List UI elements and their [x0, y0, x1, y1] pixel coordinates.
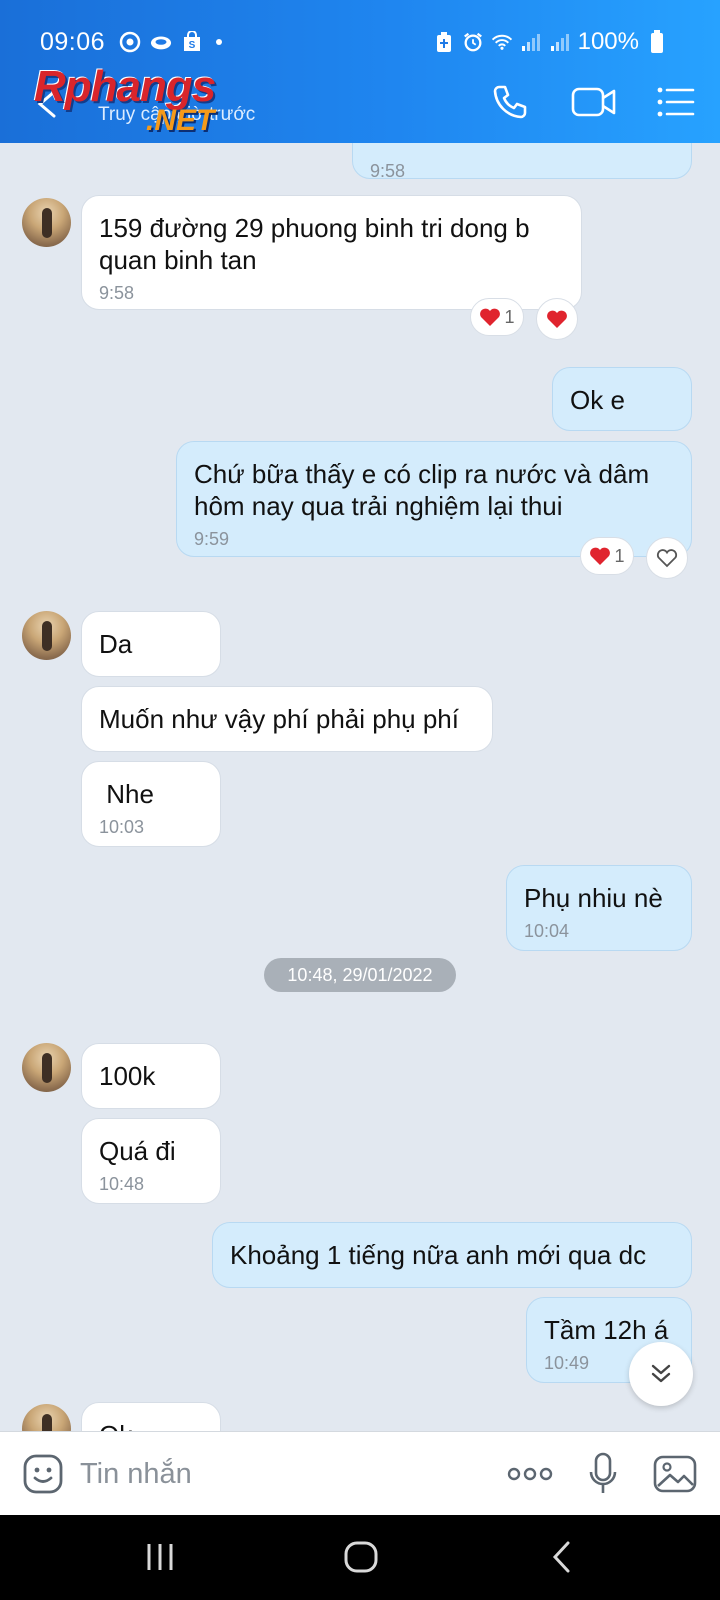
alarm-icon: [462, 31, 484, 53]
emoji-button[interactable]: [20, 1451, 66, 1497]
reaction-count[interactable]: 1: [470, 298, 524, 336]
message-time: 10:04: [524, 921, 570, 941]
message-list[interactable]: 9:58 159 đường 29 phuong binh tri dong b…: [0, 143, 720, 1431]
cloud-icon: [150, 31, 172, 53]
message-bubble[interactable]: 9:58: [352, 143, 692, 181]
voice-message-button[interactable]: [580, 1451, 626, 1497]
message-text: Ok e: [570, 385, 625, 415]
message-text: Nhe: [99, 779, 154, 809]
message-bubble[interactable]: Phụ nhiu nè 10:04: [506, 865, 692, 951]
chat-header: Truy cập giờ trước Rphangs .NET: [0, 62, 720, 143]
message-text: Khoảng 1 tiếng nữa anh mới qua dc: [230, 1240, 647, 1270]
heart-outline-icon: [656, 549, 678, 568]
message-text: Ok: [99, 1419, 203, 1431]
heart-icon: [590, 547, 611, 565]
message-bubble[interactable]: 100k: [81, 1043, 221, 1109]
shop-icon: S: [181, 31, 203, 53]
message-bubble[interactable]: Khoảng 1 tiếng nữa anh mới qua dc: [212, 1222, 692, 1288]
message-composer: [0, 1431, 720, 1515]
more-dots-icon: [507, 1467, 553, 1481]
last-seen-status: Truy cập giờ trước: [98, 104, 256, 125]
message-text: Quá đi: [99, 1136, 176, 1166]
signal-icon: [520, 31, 542, 53]
chrome-icon: [119, 31, 141, 53]
avatar[interactable]: [22, 1404, 71, 1431]
message-input[interactable]: [80, 1454, 480, 1494]
reaction-number: 1: [504, 306, 515, 327]
gallery-icon: [653, 1455, 697, 1493]
message-text: Tầm 12h á: [544, 1315, 669, 1345]
message-bubble[interactable]: Ok: [81, 1402, 221, 1431]
system-nav-bar: [0, 1515, 720, 1600]
battery-saver-icon: [433, 31, 455, 53]
svg-text:S: S: [189, 40, 196, 51]
home-button[interactable]: [331, 1535, 391, 1579]
status-time: 09:06: [40, 27, 106, 56]
back-button[interactable]: [28, 84, 68, 124]
back-arrow-icon: [37, 90, 56, 118]
conversation-title-area[interactable]: Truy cập giờ trước: [98, 66, 255, 126]
react-button[interactable]: [646, 537, 688, 579]
message-time: 9:58: [370, 161, 406, 181]
recent-apps-button[interactable]: [130, 1535, 190, 1579]
heart-icon: [480, 308, 501, 326]
wifi-icon: [491, 31, 513, 53]
status-bar: 09:06 S 100%: [40, 22, 668, 62]
battery-icon: [646, 30, 668, 53]
phone-icon: [493, 85, 527, 119]
gallery-button[interactable]: [652, 1451, 698, 1497]
double-chevron-down-icon: [651, 1364, 671, 1383]
avatar[interactable]: [22, 1043, 71, 1092]
scroll-to-bottom-button[interactable]: [629, 1342, 693, 1406]
message-text: Chứ bữa thấy e có clip ra nước và dâm hô…: [194, 459, 650, 521]
emoji-icon: [23, 1454, 63, 1494]
notification-dot: [216, 39, 223, 45]
signal-icon: [549, 31, 571, 53]
more-options-button[interactable]: [505, 1451, 555, 1497]
message-text: Muốn như vậy phí phải phụ phí: [99, 704, 459, 734]
reaction-number: 1: [614, 545, 625, 566]
message-time: 10:03: [99, 817, 145, 837]
voice-call-button[interactable]: [486, 78, 534, 126]
message-bubble[interactable]: Quá đi 10:48: [81, 1118, 221, 1204]
message-text: Phụ nhiu nè: [524, 883, 663, 913]
back-nav-button[interactable]: [532, 1535, 592, 1579]
message-bubble[interactable]: Ok e: [552, 367, 692, 431]
menu-list-icon: [657, 87, 695, 117]
message-text: 159 đường 29 phuong binh tri dong b quan…: [99, 213, 530, 275]
video-camera-icon: [571, 87, 616, 117]
heart-icon: [547, 310, 567, 328]
message-text: 100k: [99, 1061, 156, 1091]
message-text: Da: [99, 629, 133, 659]
recent-apps-icon: [147, 1544, 173, 1570]
message-bubble[interactable]: Da: [81, 611, 221, 677]
conversation-menu-button[interactable]: [652, 78, 700, 126]
chevron-left-icon: [552, 1541, 570, 1573]
video-call-button[interactable]: [570, 78, 618, 126]
react-button[interactable]: [536, 298, 578, 340]
date-separator: 10:48, 29/01/2022: [264, 958, 456, 992]
message-time: 10:48: [99, 1174, 145, 1194]
battery-percent: 100%: [577, 28, 639, 55]
message-bubble[interactable]: 159 đường 29 phuong binh tri dong b quan…: [81, 195, 582, 310]
avatar[interactable]: [22, 198, 71, 247]
home-icon: [344, 1541, 378, 1573]
top-bar: 09:06 S 100% Truy cập giờ trước Rphangs …: [0, 0, 720, 143]
microphone-icon: [589, 1452, 617, 1493]
message-bubble[interactable]: Muốn như vậy phí phải phụ phí: [81, 686, 493, 752]
message-bubble[interactable]: Nhe 10:03: [81, 761, 221, 847]
reaction-count[interactable]: 1: [580, 537, 634, 575]
conversation-title: [98, 66, 255, 98]
avatar[interactable]: [22, 611, 71, 660]
